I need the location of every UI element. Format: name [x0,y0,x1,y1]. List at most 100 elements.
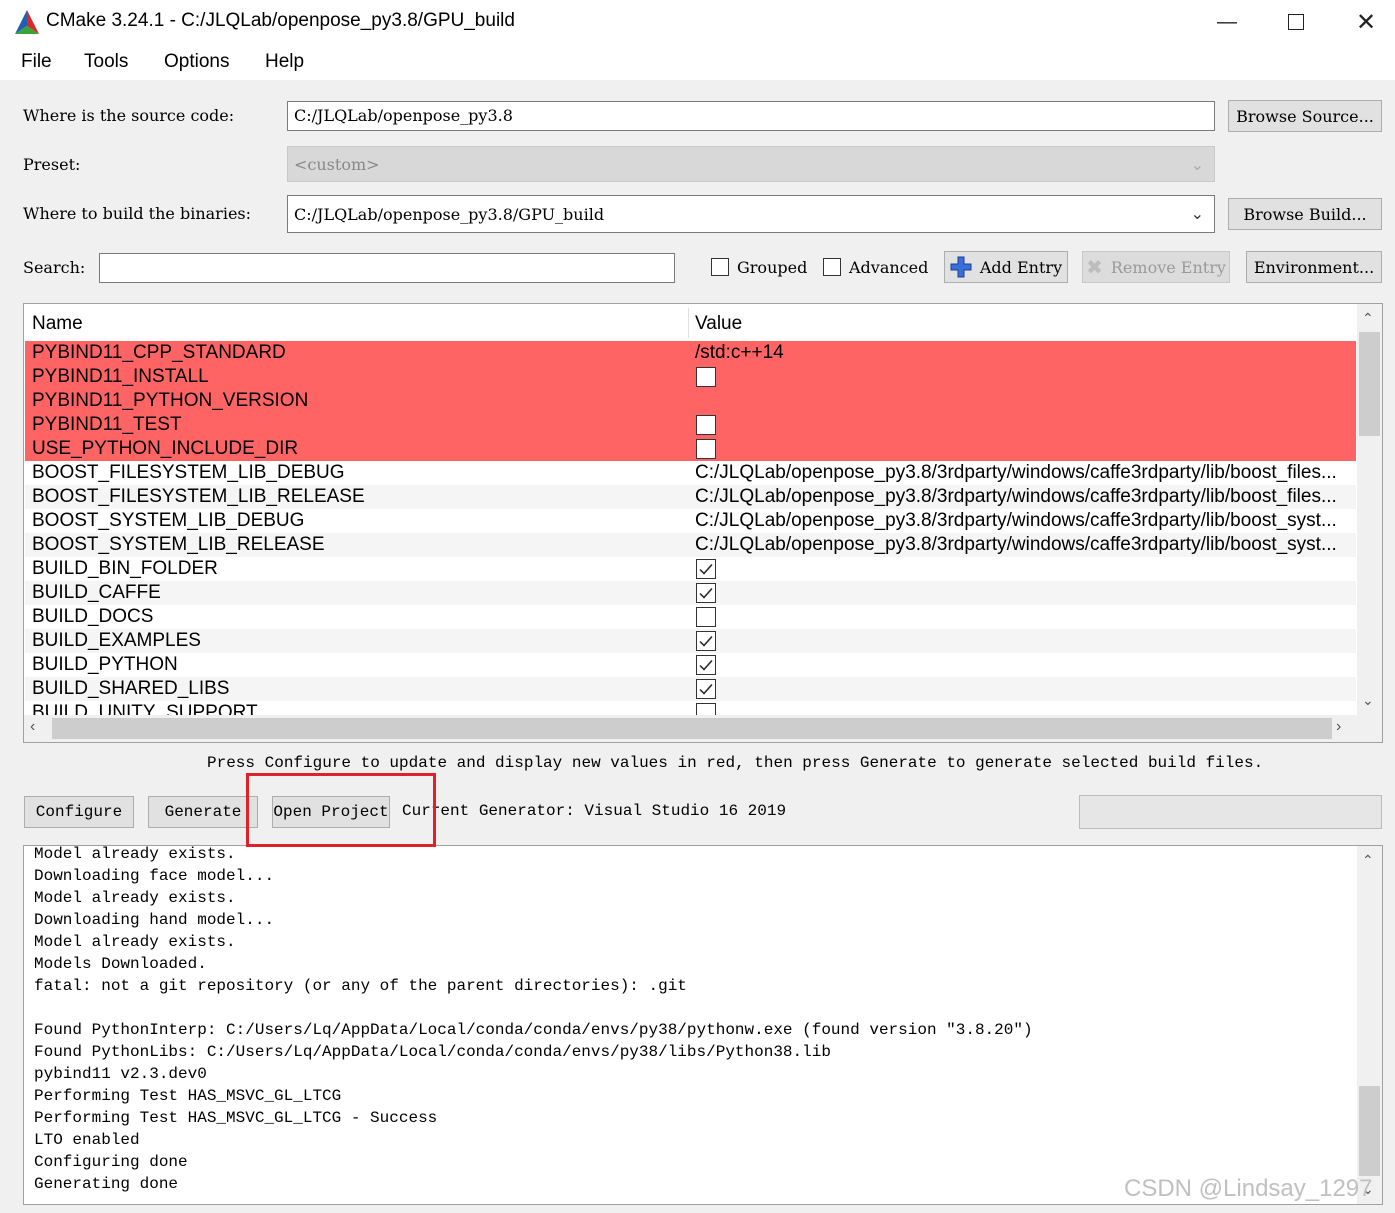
table-row[interactable]: BOOST_SYSTEM_LIB_RELEASE C:/JLQLab/openpo… [25,533,1356,557]
scroll-up-icon[interactable]: ⌃ [1362,310,1374,327]
log-line: pybind11 v2.3.dev0 [34,1065,207,1083]
grouped-label: Grouped [737,258,808,277]
log-line: fatal: not a git repository (or any of t… [34,977,687,995]
maximize-icon[interactable] [1271,4,1321,40]
entry-checkbox[interactable] [696,607,716,627]
menu-tools[interactable]: Tools [84,51,128,73]
advanced-checkbox[interactable] [823,258,841,276]
table-vertical-scrollbar[interactable]: ⌃ ⌄ [1357,304,1382,715]
output-log[interactable]: Model already exists. Downloading face mo… [23,845,1383,1205]
entry-name: BOOST_FILESYSTEM_LIB_RELEASE [32,486,365,507]
annotation-highlight-box [246,773,436,847]
source-label: Where is the source code: [23,106,235,125]
table-row[interactable]: BOOST_FILESYSTEM_LIB_DEBUG C:/JLQLab/open… [25,461,1356,485]
plus-icon [950,256,972,278]
table-row[interactable]: BUILD_UNITY_SUPPORT [25,701,1356,715]
entry-checkbox-checked[interactable] [696,679,716,699]
entry-checkbox-checked[interactable] [696,631,716,651]
minimize-icon[interactable]: — [1202,4,1252,40]
table-row[interactable]: USE_PYTHON_INCLUDE_DIR [25,437,1356,461]
entry-name: PYBIND11_CPP_STANDARD [32,342,286,363]
remove-icon: ✖ [1086,255,1103,279]
column-divider[interactable] [688,308,689,338]
menu-help[interactable]: Help [265,51,304,73]
scroll-down-icon[interactable]: ⌄ [1362,692,1374,709]
log-vertical-scrollbar[interactable]: ⌃ ⌄ [1357,846,1382,1204]
menu-file[interactable]: File [21,51,52,73]
advanced-label: Advanced [849,258,929,277]
add-entry-button[interactable]: Add Entry [944,251,1068,283]
environment-button[interactable]: Environment... [1246,251,1382,283]
table-row[interactable]: PYBIND11_CPP_STANDARD/std:c++14 [25,341,1356,365]
window-title: CMake 3.24.1 - C:/JLQLab/openpose_py3.8/… [46,10,515,31]
remove-entry-button[interactable]: ✖ Remove Entry [1082,251,1230,283]
table-row[interactable]: PYBIND11_TEST [25,413,1356,437]
entry-name: BUILD_SHARED_LIBS [32,678,230,699]
log-line: Performing Test HAS_MSVC_GL_LTCG [34,1087,342,1105]
entry-checkbox[interactable] [696,367,716,387]
source-path-input[interactable]: C:/JLQLab/openpose_py3.8 [287,101,1215,131]
table-row[interactable]: BUILD_DOCS [25,605,1356,629]
scroll-up-icon[interactable]: ⌃ [1362,852,1374,869]
entry-name: BOOST_SYSTEM_LIB_RELEASE [32,534,325,555]
scroll-left-icon[interactable]: ‹ [30,718,35,736]
entry-name: USE_PYTHON_INCLUDE_DIR [32,438,299,459]
table-horizontal-scrollbar[interactable]: ‹ › [24,715,1382,742]
scrollbar-thumb[interactable] [1359,332,1380,436]
entry-value[interactable]: /std:c++14 [695,341,1356,365]
checkmark-icon [699,588,713,599]
browse-source-button[interactable]: Browse Source... [1228,100,1382,132]
table-row[interactable]: BOOST_FILESYSTEM_LIB_RELEASE C:/JLQLab/op… [25,485,1356,509]
entry-checkbox-checked[interactable] [696,559,716,579]
log-line: Found PythonLibs: C:/Users/Lq/AppData/Lo… [34,1043,831,1061]
configure-button[interactable]: Configure [24,796,134,828]
entry-value[interactable]: C:/JLQLab/openpose_py3.8/3rdparty/window… [695,509,1356,533]
table-row[interactable]: BOOST_SYSTEM_LIB_DEBUG C:/JLQLab/openpose… [25,509,1356,533]
build-path-value: C:/JLQLab/openpose_py3.8/GPU_build [294,205,605,224]
log-line: Performing Test HAS_MSVC_GL_LTCG - Succe… [34,1109,438,1127]
entry-name: BUILD_PYTHON [32,654,178,675]
table-row[interactable]: PYBIND11_INSTALL [25,365,1356,389]
cache-table: Name Value PYBIND11_CPP_STANDARD/std:c++… [23,303,1383,743]
entry-checkbox-checked[interactable] [696,583,716,603]
close-icon[interactable]: ✕ [1341,4,1391,40]
entry-value[interactable]: C:/JLQLab/openpose_py3.8/3rdparty/window… [695,485,1356,509]
entry-checkbox[interactable] [696,415,716,435]
table-row[interactable]: BUILD_SHARED_LIBS [25,677,1356,701]
generate-button[interactable]: Generate [148,796,258,828]
chevron-down-icon[interactable]: ⌄ [1191,204,1204,223]
menu-options[interactable]: Options [164,51,229,73]
build-path-combo[interactable]: C:/JLQLab/openpose_py3.8/GPU_build ⌄ [287,195,1215,233]
preset-select[interactable]: <custom> ⌄ [287,146,1215,182]
table-row[interactable]: BUILD_EXAMPLES [25,629,1356,653]
value-column-header[interactable]: Value [695,313,742,335]
log-line: Generating done [34,1175,179,1193]
name-column-header[interactable]: Name [32,313,83,335]
browse-build-button[interactable]: Browse Build... [1228,198,1382,230]
table-row[interactable]: BUILD_CAFFE [25,581,1356,605]
entry-checkbox[interactable] [696,703,716,715]
scrollbar-thumb[interactable] [1359,1086,1380,1176]
entry-checkbox-checked[interactable] [696,655,716,675]
grouped-checkbox[interactable] [711,258,729,276]
preset-value: <custom> [294,155,380,174]
entry-name: PYBIND11_PYTHON_VERSION [32,390,309,411]
configure-hint: Press Configure to update and display ne… [207,754,1264,772]
table-row[interactable]: BUILD_PYTHON [25,653,1356,677]
cmake-logo-icon [15,10,39,34]
watermark: CSDN @Lindsay_1297 [1124,1175,1373,1202]
entry-value[interactable]: C:/JLQLab/openpose_py3.8/3rdparty/window… [695,533,1356,557]
entry-value[interactable]: C:/JLQLab/openpose_py3.8/3rdparty/window… [695,461,1356,485]
table-row[interactable]: PYBIND11_PYTHON_VERSION [25,389,1356,413]
table-row[interactable]: BUILD_BIN_FOLDER [25,557,1356,581]
entry-name: BUILD_DOCS [32,606,154,627]
entry-name: BUILD_CAFFE [32,582,161,603]
log-line: LTO enabled [34,1131,140,1149]
scroll-right-icon[interactable]: › [1336,718,1341,736]
entry-name: PYBIND11_INSTALL [32,366,209,387]
scrollbar-thumb[interactable] [52,718,1332,739]
entry-checkbox[interactable] [696,439,716,459]
search-input[interactable] [99,253,675,283]
log-line: Model already exists. [34,889,236,907]
